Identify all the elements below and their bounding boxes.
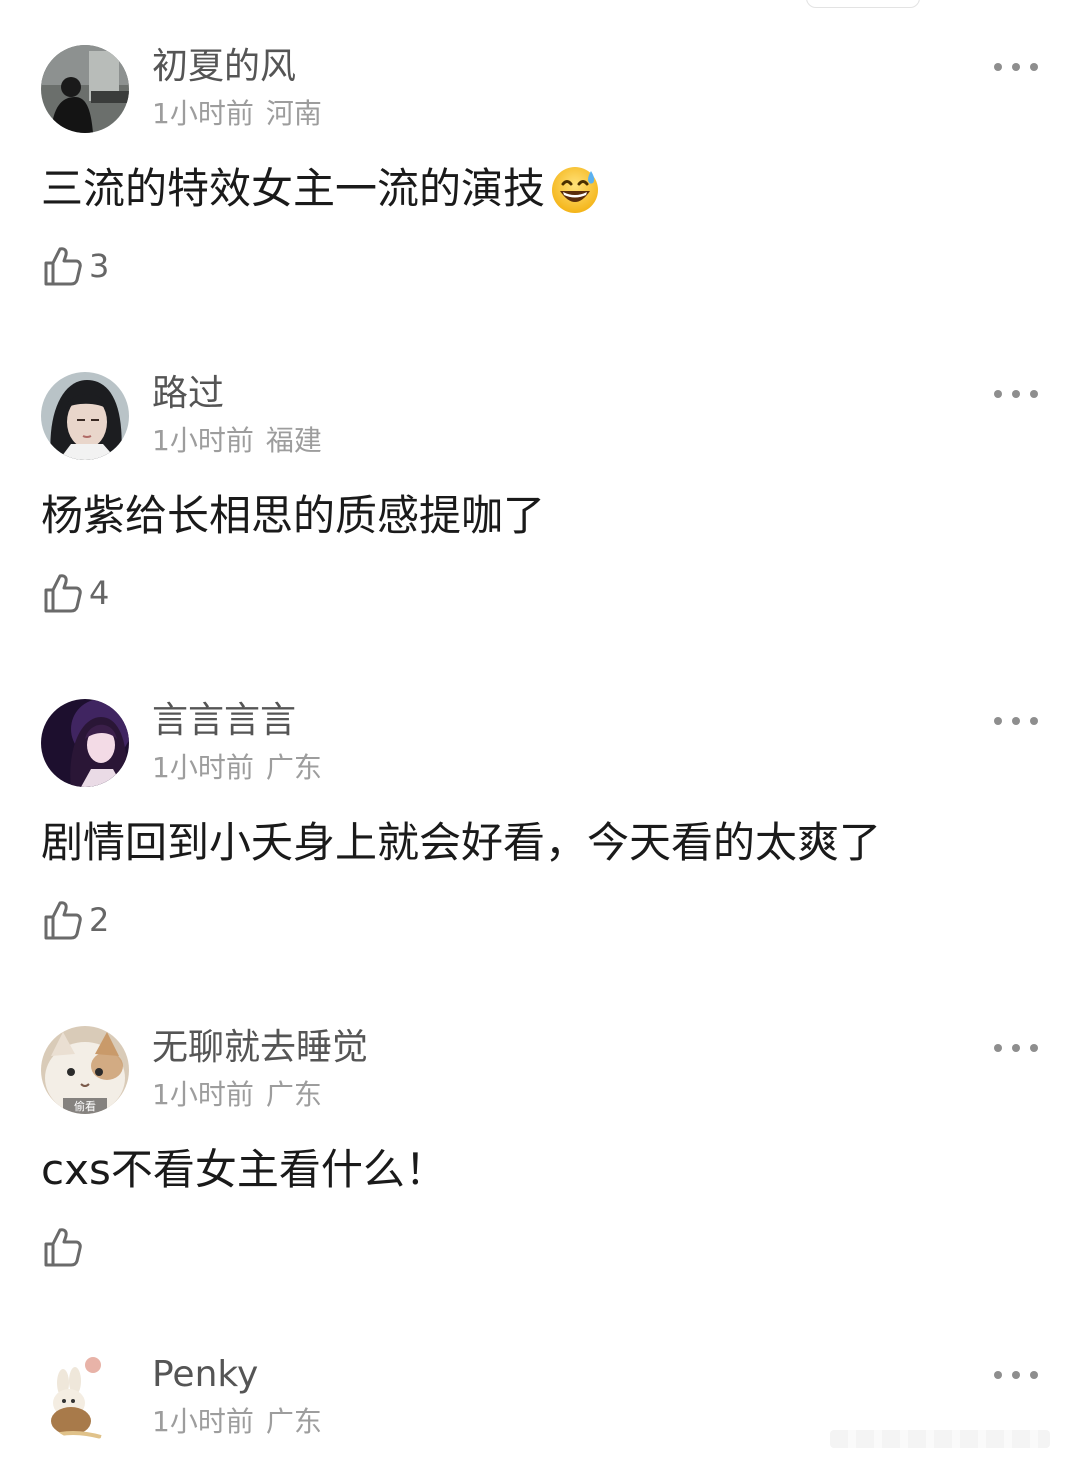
like-count: 2	[89, 901, 110, 939]
ellipsis-horizontal-icon	[994, 717, 1002, 725]
like-button[interactable]: 3	[43, 243, 109, 289]
ellipsis-horizontal-icon	[994, 1371, 1002, 1379]
comment-item: 言言言言 1小时前 广东 剧情回到小夭身上就会好看，今天看的太爽了 2	[0, 654, 1080, 981]
comment-text-body: 剧情回到小夭身上就会好看，今天看的太爽了	[41, 818, 882, 867]
comment-text-body: 杨紫给长相思的质感提咖了	[41, 491, 546, 540]
thumbs-up-outline-icon	[44, 574, 82, 613]
comment-meta: 1小时前 广东	[152, 750, 322, 786]
comment-location: 广东	[265, 1405, 322, 1438]
ellipsis-dot	[1012, 63, 1020, 71]
thumbs-up-outline-icon	[44, 1228, 82, 1267]
comment-text-body: 三流的特效女主一流的演技	[41, 164, 546, 213]
thumbs-up-outline-icon	[44, 247, 82, 286]
username[interactable]: 初夏的风	[152, 45, 296, 89]
username[interactable]: 言言言言	[152, 699, 296, 743]
avatar[interactable]	[41, 699, 129, 787]
avatar[interactable]: 偷看	[41, 1026, 129, 1114]
like-count: 3	[89, 247, 110, 285]
comment-text: 三流的特效女主一流的演技	[41, 162, 601, 216]
ellipsis-dot	[1030, 1044, 1038, 1052]
ellipsis-horizontal-icon	[994, 63, 1002, 71]
comment-item: 初夏的风 1小时前 河南 三流的特效女主一流的演技 3	[0, 0, 1080, 327]
username[interactable]: Penky	[152, 1353, 258, 1397]
like-count: 4	[89, 574, 110, 612]
comment-time: 1小时前	[152, 1405, 254, 1438]
ellipsis-dot	[1030, 63, 1038, 71]
ellipsis-dot	[1030, 1371, 1038, 1379]
more-options-button[interactable]	[994, 60, 1038, 74]
comment-item: 偷看 无聊就去睡觉 1小时前 广东 cxs不看女主看什么！	[0, 981, 1080, 1308]
comment-location: 河南	[265, 97, 322, 130]
comment-text: cxs不看女主看什么！	[41, 1143, 447, 1197]
username[interactable]: 无聊就去睡觉	[152, 1026, 368, 1070]
like-button[interactable]: 2	[43, 897, 109, 943]
username[interactable]: 路过	[152, 372, 224, 416]
comment-location: 广东	[265, 751, 322, 784]
avatar[interactable]	[41, 1353, 129, 1441]
ellipsis-dot	[1012, 717, 1020, 725]
comment-meta: 1小时前 河南	[152, 96, 322, 132]
comment-meta: 1小时前 福建	[152, 423, 322, 459]
comment-location: 福建	[265, 424, 322, 457]
like-button[interactable]	[43, 1224, 89, 1270]
more-options-button[interactable]	[994, 1368, 1038, 1382]
watermark-blur	[830, 1430, 1050, 1448]
comment-meta: 1小时前 广东	[152, 1077, 322, 1113]
more-options-button[interactable]	[994, 714, 1038, 728]
grinning-face-with-sweat-emoji	[549, 163, 601, 215]
comment-time: 1小时前	[152, 97, 254, 130]
comment-time: 1小时前	[152, 1078, 254, 1111]
comment-meta: 1小时前 广东	[152, 1404, 322, 1440]
ellipsis-dot	[1012, 1044, 1020, 1052]
ellipsis-dot	[1012, 390, 1020, 398]
comment-time: 1小时前	[152, 424, 254, 457]
comment-text: 剧情回到小夭身上就会好看，今天看的太爽了	[41, 816, 881, 870]
ellipsis-dot	[1012, 1371, 1020, 1379]
ellipsis-dot	[1030, 717, 1038, 725]
more-options-button[interactable]	[994, 387, 1038, 401]
avatar[interactable]	[41, 45, 129, 133]
more-options-button[interactable]	[994, 1041, 1038, 1055]
comment-text-body: cxs不看女主看什么！	[41, 1145, 447, 1194]
comment-time: 1小时前	[152, 751, 254, 784]
ellipsis-horizontal-icon	[994, 1044, 1002, 1052]
ellipsis-horizontal-icon	[994, 390, 1002, 398]
like-button[interactable]: 4	[43, 570, 109, 616]
comment-item: 路过 1小时前 福建 杨紫给长相思的质感提咖了 4	[0, 327, 1080, 654]
avatar[interactable]	[41, 372, 129, 460]
thumbs-up-outline-icon	[44, 901, 82, 940]
ellipsis-dot	[1030, 390, 1038, 398]
comment-text: 杨紫给长相思的质感提咖了	[41, 489, 545, 543]
avatar-caption: 偷看	[74, 1099, 96, 1113]
comment-location: 广东	[265, 1078, 322, 1111]
